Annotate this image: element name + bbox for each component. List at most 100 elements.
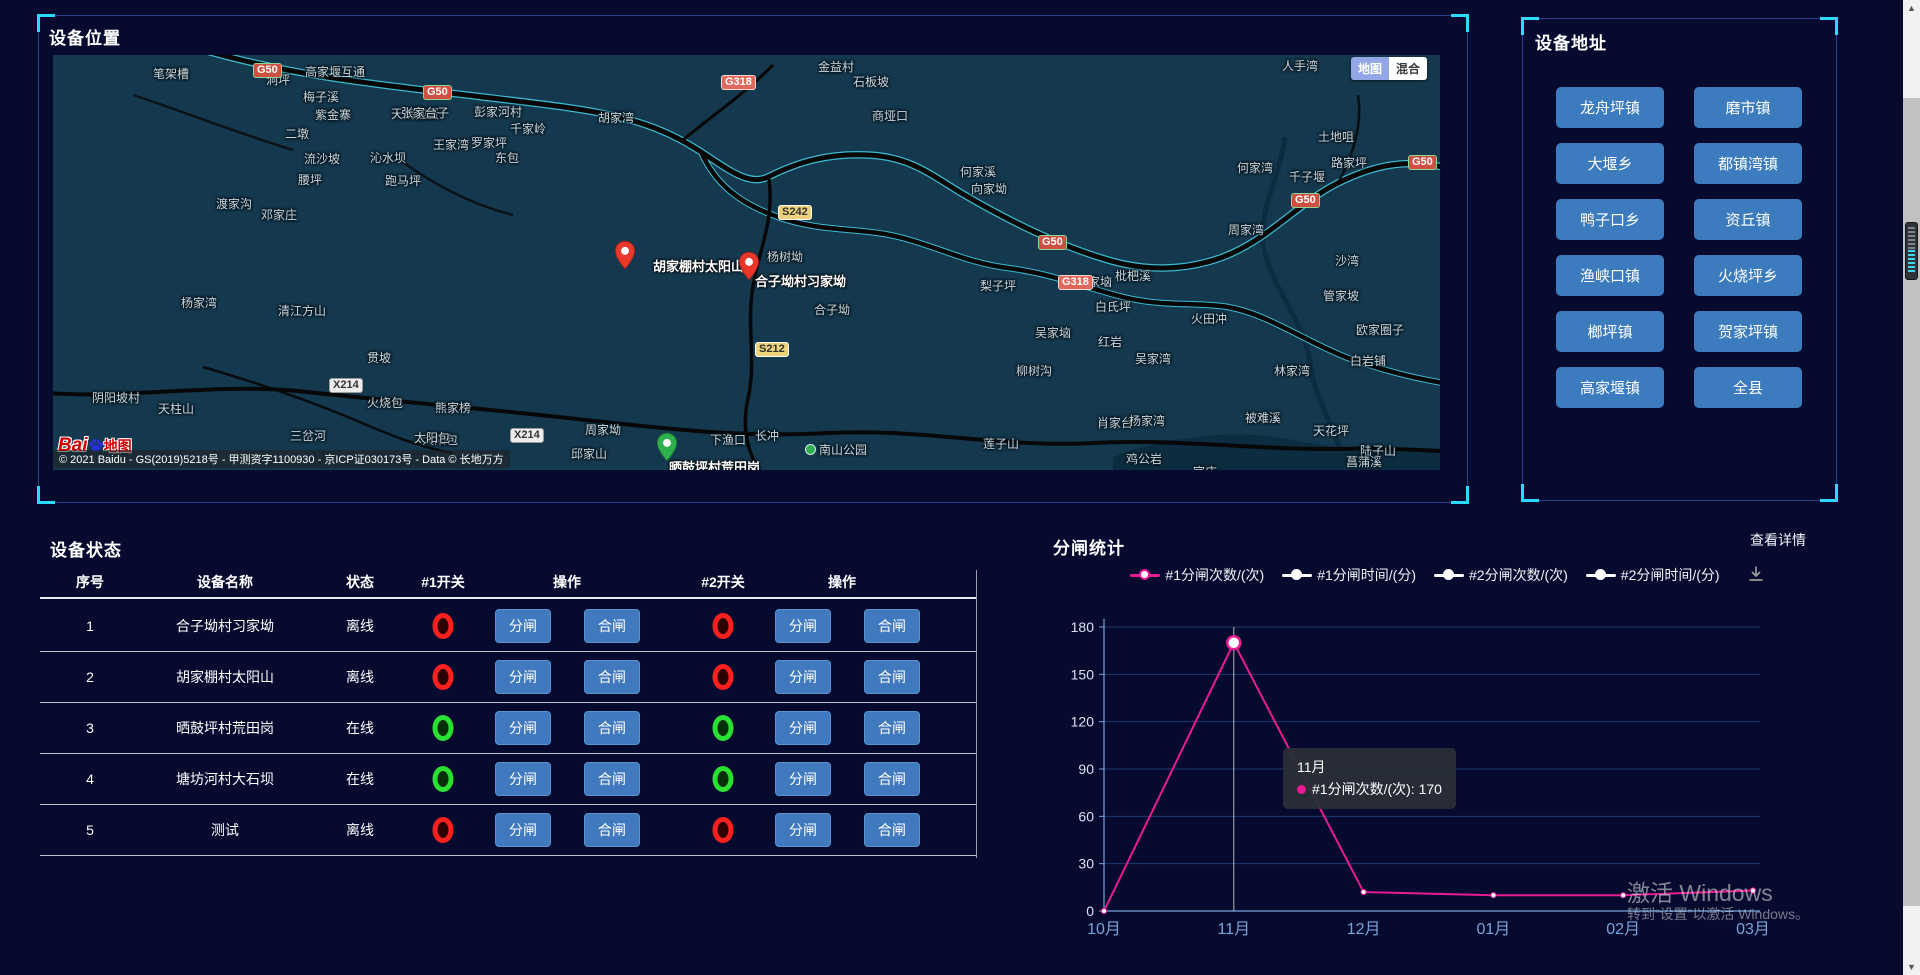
switch2-open-button[interactable]: 分闸 (775, 711, 831, 745)
map-place-label: 三岔河 (290, 427, 326, 444)
switch2-open-button[interactable]: 分闸 (775, 660, 831, 694)
address-button[interactable]: 全县 (1694, 367, 1802, 408)
data-point (1101, 908, 1106, 913)
scrollbar-down-arrow[interactable]: ▼ (1903, 960, 1920, 974)
address-button[interactable]: 都镇湾镇 (1694, 143, 1802, 184)
switch1-close-button[interactable]: 合闸 (584, 813, 640, 847)
scrollbar-up-arrow[interactable]: ▲ (1903, 1, 1920, 15)
tooltip-series-row: #1分闸次数/(次): 170 (1297, 779, 1442, 801)
map-type-toggle: 地图 混合 (1351, 57, 1427, 80)
chart-tooltip: 11月 #1分闸次数/(次): 170 (1283, 748, 1456, 809)
device-name: 合子坳村习家坳 (176, 616, 274, 636)
device-name: 晒鼓坪村荒田岗 (176, 718, 274, 738)
map-type-hybrid-button[interactable]: 混合 (1389, 57, 1427, 80)
map-place-label: 沁水坝 (370, 149, 406, 166)
address-button[interactable]: 渔峡口镇 (1556, 255, 1664, 296)
series-dot-icon (1297, 785, 1306, 794)
tooltip-value: #1分闸次数/(次): 170 (1312, 781, 1442, 797)
table-column-header: 序号 (76, 572, 104, 592)
switch2-indicator (713, 664, 734, 690)
y-axis-tick-label: 60 (1078, 808, 1094, 824)
address-button[interactable]: 鸭子口乡 (1556, 199, 1664, 240)
map-place-label: 周家坳 (585, 421, 621, 438)
switch1-open-button[interactable]: 分闸 (495, 660, 551, 694)
y-axis-tick-label: 180 (1071, 619, 1095, 635)
switch1-open-button[interactable]: 分闸 (495, 711, 551, 745)
switch2-close-button[interactable]: 合闸 (864, 762, 920, 796)
status-text: 离线 (346, 667, 374, 687)
address-button[interactable]: 高家堰镇 (1556, 367, 1664, 408)
map-place-label: 杨家湾 (181, 294, 217, 311)
address-button[interactable]: 火烧坪乡 (1694, 255, 1802, 296)
map-place-label: 邱家山 (571, 445, 607, 462)
corner-decoration (1451, 14, 1469, 32)
scroll-indicator-widget[interactable] (1905, 222, 1918, 280)
device-address-panel: 设备地址 龙舟坪镇磨市镇大堰乡都镇湾镇鸭子口乡资丘镇渔峡口镇火烧坪乡榔坪镇贺家坪… (1522, 18, 1837, 501)
address-button[interactable]: 资丘镇 (1694, 199, 1802, 240)
switch1-indicator (433, 817, 454, 843)
table-row: 3晒鼓坪村荒田岗在线分闸合闸分闸合闸 (40, 703, 976, 754)
legend-marker-icon (1434, 569, 1464, 581)
address-button[interactable]: 磨市镇 (1694, 87, 1802, 128)
x-axis-tick-label: 11月 (1217, 921, 1250, 938)
switch2-close-button[interactable]: 合闸 (864, 813, 920, 847)
legend-dot (1443, 569, 1454, 580)
data-point (1621, 893, 1626, 898)
scrollbar-thumb[interactable] (1903, 98, 1920, 906)
row-index: 5 (86, 822, 94, 838)
map-place-label: 肖家台 (1097, 414, 1133, 431)
switch2-close-button[interactable]: 合闸 (864, 660, 920, 694)
switch2-open-button[interactable]: 分闸 (775, 609, 831, 643)
table-row: 2胡家棚村太阳山离线分闸合闸分闸合闸 (40, 652, 976, 703)
map-place-label: 白岩铺 (1350, 352, 1386, 369)
baidu-map[interactable]: 笔架槽洞坪高家堰互通天鹅抱蛋胡家湾梅子溪紫金寨二墩流沙坡沁水坝腰坪跑马坪渡家沟邓… (53, 55, 1440, 470)
corner-decoration (1820, 17, 1838, 35)
map-place-label: 彭家河村 (474, 103, 522, 120)
row-index: 1 (86, 618, 94, 634)
y-axis-tick-label: 150 (1071, 666, 1095, 682)
switch2-open-button[interactable]: 分闸 (775, 762, 831, 796)
map-place-label: 林家湾 (1274, 362, 1310, 379)
y-axis-tick-label: 120 (1071, 714, 1095, 730)
address-button[interactable]: 榔坪镇 (1556, 311, 1664, 352)
switch1-open-button[interactable]: 分闸 (495, 813, 551, 847)
table-column-header: #2开关 (701, 572, 745, 592)
device-status-title: 设备状态 (50, 536, 122, 561)
view-details-link[interactable]: 查看详情 (1750, 530, 1806, 550)
switch2-indicator (713, 766, 734, 792)
switch2-close-button[interactable]: 合闸 (864, 609, 920, 643)
legend-item[interactable]: #1分闸次数/(次) (1130, 565, 1264, 585)
legend-item[interactable]: #2分闸次数/(次) (1434, 565, 1568, 585)
switch2-close-button[interactable]: 合闸 (864, 711, 920, 745)
device-marker-pin-offline[interactable] (614, 240, 636, 270)
map-place-label: 菖蒲溪 (1346, 453, 1382, 470)
address-button[interactable]: 龙舟坪镇 (1556, 87, 1664, 128)
switch2-open-button[interactable]: 分闸 (775, 813, 831, 847)
switch1-open-button[interactable]: 分闸 (495, 609, 551, 643)
switch1-close-button[interactable]: 合闸 (584, 711, 640, 745)
x-axis-tick-label: 01月 (1476, 921, 1510, 938)
switch1-close-button[interactable]: 合闸 (584, 762, 640, 796)
switch1-indicator (433, 766, 454, 792)
switch1-close-button[interactable]: 合闸 (584, 660, 640, 694)
map-place-label: 太阳包 (414, 429, 450, 446)
switch1-open-button[interactable]: 分闸 (495, 762, 551, 796)
legend-item[interactable]: #1分闸时间/(分) (1282, 565, 1416, 585)
status-text: 在线 (346, 769, 374, 789)
map-type-map-button[interactable]: 地图 (1351, 57, 1389, 80)
legend-marker-icon (1130, 569, 1160, 581)
chart-legend: #1分闸次数/(次) #1分闸时间/(分) #2分闸次数/(次) #2分闸时间/(分) (1055, 565, 1795, 585)
address-button[interactable]: 贺家坪镇 (1694, 311, 1802, 352)
map-place-label: 管家坡 (1323, 287, 1359, 304)
map-place-label: 枇杷溪 (1115, 267, 1151, 284)
address-button[interactable]: 大堰乡 (1556, 143, 1664, 184)
map-place-label: 熊家榜 (435, 399, 471, 416)
map-place-label: 天花坪 (1313, 422, 1349, 439)
map-place-label: 渡家沟 (216, 195, 252, 212)
highlighted-data-point (1227, 636, 1240, 649)
legend-item[interactable]: #2分闸时间/(分) (1586, 565, 1720, 585)
table-row: 5测试离线分闸合闸分闸合闸 (40, 805, 976, 856)
switch1-indicator (433, 613, 454, 639)
switch1-close-button[interactable]: 合闸 (584, 609, 640, 643)
trip-statistics-title: 分闸统计 (1053, 534, 1125, 559)
